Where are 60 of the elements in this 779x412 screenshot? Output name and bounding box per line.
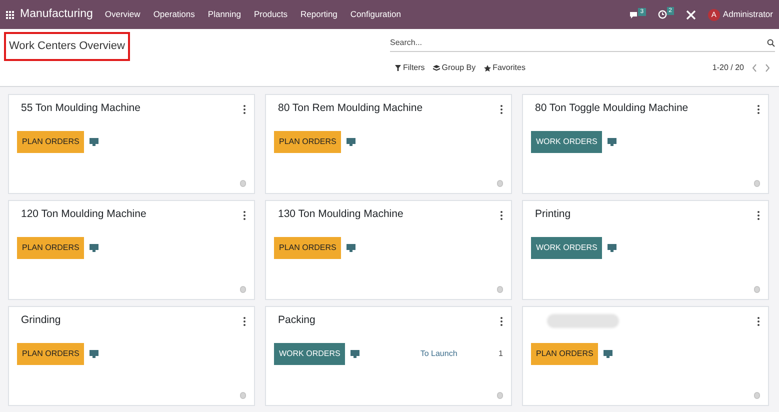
orders-button[interactable]: PLAN ORDERS: [17, 237, 84, 259]
card-title[interactable]: 130 Ton Moulding Machine: [278, 207, 404, 223]
stat-link[interactable]: To Launch: [420, 348, 458, 360]
orders-button[interactable]: PLAN ORDERS: [17, 343, 84, 365]
card-title[interactable]: 80 Ton Rem Moulding Machine: [278, 101, 423, 117]
pager-value[interactable]: 1-20 / 20: [712, 62, 744, 74]
monitor-icon[interactable]: [346, 137, 356, 147]
orders-button[interactable]: PLAN ORDERS: [274, 237, 342, 259]
menu-item[interactable]: Operations: [153, 8, 195, 21]
menu-item[interactable]: Overview: [104, 8, 140, 21]
app-title[interactable]: Manufacturing: [20, 6, 93, 24]
kebab-menu-icon[interactable]: [243, 316, 246, 326]
user-name[interactable]: Administrator: [722, 8, 773, 21]
filter-icon: [395, 65, 401, 71]
next-page-icon[interactable]: [765, 64, 770, 72]
monitor-icon[interactable]: [89, 137, 100, 147]
orders-button[interactable]: WORK ORDERS: [531, 131, 602, 153]
star-icon: [484, 64, 491, 72]
monitor-icon[interactable]: [89, 243, 100, 253]
filter-menu-button[interactable]: Group By: [432, 62, 476, 74]
monitor-icon[interactable]: [89, 349, 100, 359]
filter-menu-button[interactable]: Favorites: [484, 62, 526, 74]
stat-count: 1: [498, 348, 503, 360]
clock-icon[interactable]: [658, 10, 667, 19]
monitor-icon[interactable]: [603, 349, 614, 359]
monitor-icon[interactable]: [350, 349, 360, 359]
kebab-menu-icon[interactable]: [500, 316, 503, 326]
orders-button[interactable]: PLAN ORDERS: [17, 131, 84, 153]
card-title[interactable]: Grinding: [21, 313, 61, 329]
search-field[interactable]: Search...: [390, 36, 767, 48]
kebab-menu-icon[interactable]: [757, 316, 760, 326]
kebab-menu-icon[interactable]: [757, 210, 760, 220]
orders-button[interactable]: WORK ORDERS: [274, 343, 346, 365]
menu-item[interactable]: Planning: [208, 8, 241, 21]
filter-menu-button[interactable]: Filters: [395, 62, 425, 74]
menu-item[interactable]: Products: [254, 8, 288, 21]
kebab-menu-icon[interactable]: [500, 210, 503, 220]
kebab-menu-icon[interactable]: [500, 104, 503, 114]
kebab-menu-icon[interactable]: [757, 104, 760, 114]
previous-page-icon[interactable]: [752, 64, 757, 72]
chat-icon[interactable]: [629, 10, 638, 18]
card-title[interactable]: 55 Ton Moulding Machine: [21, 101, 140, 117]
monitor-icon[interactable]: [346, 243, 356, 253]
orders-button[interactable]: PLAN ORDERS: [531, 343, 598, 365]
kebab-menu-icon[interactable]: [243, 104, 246, 114]
monitor-icon[interactable]: [607, 137, 618, 147]
search-icon[interactable]: [767, 38, 775, 46]
card-title[interactable]: Printing: [535, 207, 571, 223]
card-title[interactable]: 120 Ton Moulding Machine: [21, 207, 146, 223]
orders-button[interactable]: PLAN ORDERS: [274, 131, 342, 153]
layers-icon: [432, 64, 440, 72]
monitor-icon[interactable]: [607, 243, 618, 253]
card-title[interactable]: Packing: [278, 313, 316, 329]
kebab-menu-icon[interactable]: [243, 210, 246, 220]
menu-item[interactable]: Reporting: [300, 8, 338, 21]
apps-grid-icon[interactable]: [6, 10, 14, 18]
orders-button[interactable]: WORK ORDERS: [531, 237, 602, 259]
card-title[interactable]: 80 Ton Toggle Moulding Machine: [535, 101, 688, 117]
menu-item[interactable]: Configuration: [350, 8, 401, 21]
page-title: Work Centers Overview: [4, 32, 130, 60]
